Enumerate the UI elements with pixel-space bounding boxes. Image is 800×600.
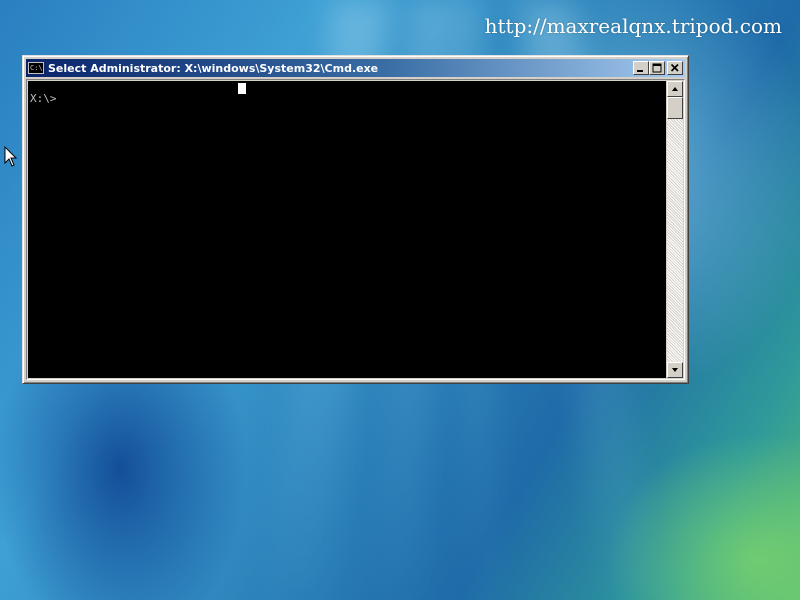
window-title: Select Administrator: X:\windows\System3… xyxy=(48,61,379,75)
arrow-up-icon xyxy=(672,87,678,91)
command-prompt: X:\> xyxy=(30,92,57,105)
maximize-button[interactable] xyxy=(649,61,665,75)
cmd-window[interactable]: C:\ Select Administrator: X:\windows\Sys… xyxy=(22,55,689,384)
minimize-icon xyxy=(637,70,643,72)
watermark-url: http://maxrealqnx.tripod.com xyxy=(484,14,782,38)
text-cursor xyxy=(238,83,246,94)
scrollbar-thumb[interactable] xyxy=(667,97,683,119)
caption-buttons xyxy=(633,61,683,75)
close-button[interactable] xyxy=(667,61,683,75)
window-titlebar[interactable]: C:\ Select Administrator: X:\windows\Sys… xyxy=(26,59,685,77)
maximize-icon xyxy=(652,63,662,73)
close-icon xyxy=(670,63,679,72)
arrow-down-icon xyxy=(672,368,678,372)
minimize-button[interactable] xyxy=(633,61,649,75)
scroll-down-button[interactable] xyxy=(667,362,683,378)
scroll-up-button[interactable] xyxy=(667,81,683,97)
window-client-area: X:\> xyxy=(26,79,685,380)
vertical-scrollbar[interactable] xyxy=(667,81,683,378)
console-output[interactable]: X:\> xyxy=(28,81,666,378)
mouse-pointer-icon xyxy=(4,146,18,167)
console-app-icon[interactable]: C:\ xyxy=(28,62,44,74)
